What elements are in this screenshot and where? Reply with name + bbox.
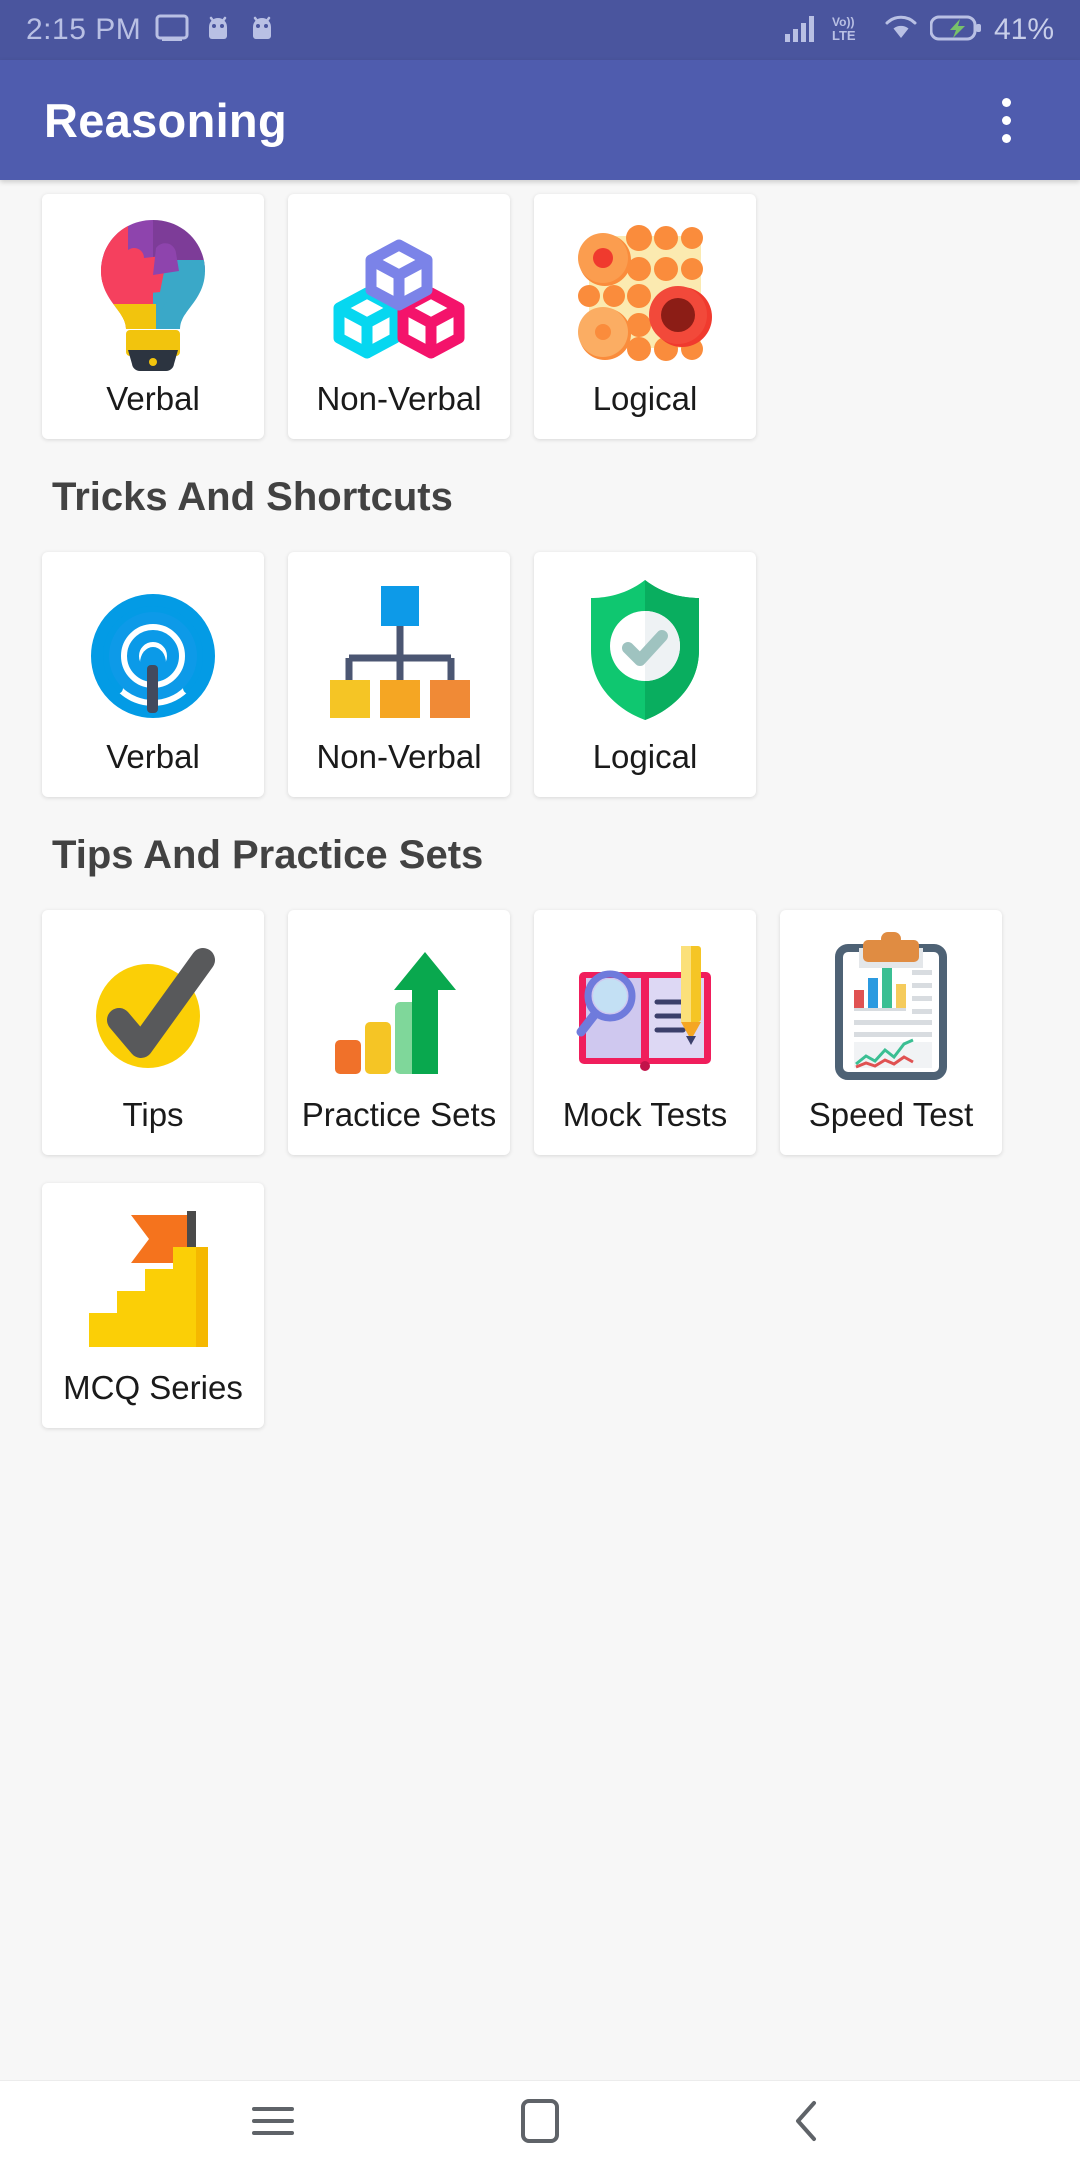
puzzle-lightbulb-icon: [42, 194, 264, 382]
home-square-icon[interactable]: [480, 2081, 600, 2160]
section-main-categories: Verbal Non-Verbal Logical: [0, 180, 1080, 453]
battery-percent-label: 41%: [993, 13, 1054, 46]
android-bug-icon: [247, 15, 277, 46]
card-tricks-verbal[interactable]: Verbal: [42, 552, 264, 797]
card-label: Mock Tests: [562, 1096, 728, 1133]
yellow-checkmark-icon: [42, 910, 264, 1098]
overflow-menu-icon[interactable]: [976, 81, 1036, 159]
menu-icon[interactable]: [213, 2081, 333, 2160]
card-verbal[interactable]: Verbal: [42, 194, 264, 439]
card-label: Logical: [592, 738, 698, 775]
system-navigation-bar: [0, 2080, 1080, 2160]
status-bar-clock: 2:15 PM: [26, 13, 142, 46]
card-non-verbal[interactable]: Non-Verbal: [288, 194, 510, 439]
card-tricks-logical[interactable]: Logical: [534, 552, 756, 797]
isometric-cubes-icon: [288, 194, 510, 382]
android-bug-icon: [203, 15, 233, 46]
clipboard-chart-icon: [780, 910, 1002, 1098]
card-label: MCQ Series: [63, 1369, 243, 1406]
back-chevron-icon[interactable]: [747, 2081, 867, 2160]
page-title: Reasoning: [44, 93, 287, 147]
section-tricks-and-shortcuts: Verbal Non-Verbal Logical: [0, 538, 1080, 811]
section-heading-tricks: Tricks And Shortcuts: [52, 475, 453, 519]
card-label: Practice Sets: [301, 1096, 497, 1133]
svg-text:Vo)): Vo)): [832, 15, 854, 29]
card-label: Verbal: [106, 380, 200, 417]
wifi-icon: [884, 14, 918, 47]
section-tips-and-practice-sets: Tips Practice Sets Mock Tests Speed Test…: [0, 896, 1080, 1442]
book-magnifier-pencil-icon: [534, 910, 756, 1098]
card-tricks-non-verbal[interactable]: Non-Verbal: [288, 552, 510, 797]
green-shield-check-icon: [534, 552, 756, 740]
card-label: Verbal: [106, 738, 200, 775]
card-speed-test[interactable]: Speed Test: [780, 910, 1002, 1155]
stairs-flag-icon: [42, 1183, 264, 1371]
main-content: Verbal Non-Verbal Logical Tricks And Sho…: [0, 180, 1080, 2080]
card-label: Tips: [122, 1096, 184, 1133]
app-bar: Reasoning: [0, 60, 1080, 180]
signal-bars-icon: [784, 14, 818, 47]
section-heading-tips: Tips And Practice Sets: [52, 833, 484, 877]
green-growth-arrow-icon: [288, 910, 510, 1098]
cast-icon: [155, 14, 189, 47]
card-label: Non-Verbal: [316, 738, 482, 775]
card-label: Non-Verbal: [316, 380, 482, 417]
status-bar-left: 2:15 PM: [26, 13, 277, 47]
hierarchy-chart-icon: [288, 552, 510, 740]
card-mock-tests[interactable]: Mock Tests: [534, 910, 756, 1155]
status-bar: 2:15 PM Vo)) LTE 41%: [0, 0, 1080, 60]
card-label: Speed Test: [808, 1096, 974, 1133]
orange-dots-grid-icon: [534, 194, 756, 382]
status-bar-right: Vo)) LTE 41%: [784, 13, 1054, 48]
card-mcq-series[interactable]: MCQ Series: [42, 1183, 264, 1428]
card-tips[interactable]: Tips: [42, 910, 264, 1155]
volte-icon: Vo)) LTE: [830, 13, 872, 48]
card-label: Logical: [592, 380, 698, 417]
card-logical[interactable]: Logical: [534, 194, 756, 439]
card-practice-sets[interactable]: Practice Sets: [288, 910, 510, 1155]
battery-charging-icon: [929, 13, 982, 48]
svg-text:LTE: LTE: [832, 28, 856, 43]
broadcast-signal-icon: [42, 552, 264, 740]
